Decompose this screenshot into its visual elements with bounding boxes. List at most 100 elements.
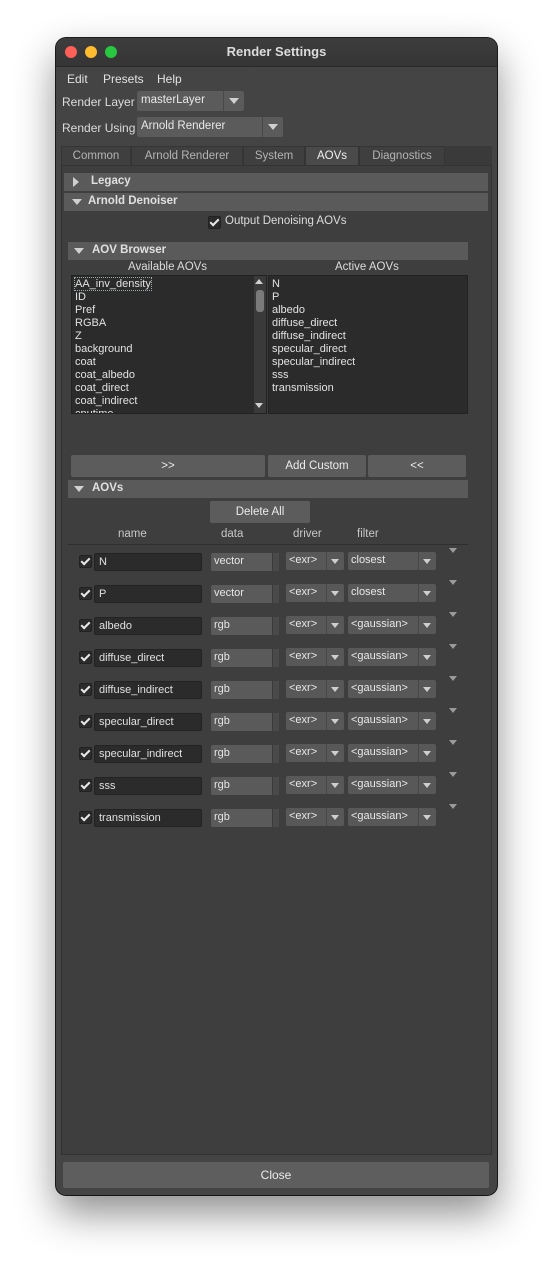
- aov-name-field[interactable]: diffuse_indirect: [94, 681, 202, 699]
- aov-options-menu-icon[interactable]: [447, 674, 459, 684]
- denoiser-section-header[interactable]: Arnold Denoiser: [64, 193, 488, 211]
- aov-options-menu-icon[interactable]: [447, 802, 459, 812]
- aov-filter-dropdown[interactable]: <gaussian>: [348, 616, 436, 634]
- aov-enabled-checkbox[interactable]: [79, 779, 92, 792]
- aov-data-field[interactable]: rgb: [211, 777, 279, 795]
- aov-options-menu-icon[interactable]: [447, 642, 459, 652]
- list-item[interactable]: transmission: [272, 382, 334, 394]
- tab-system[interactable]: System: [243, 146, 305, 165]
- aov-data-field[interactable]: rgb: [211, 713, 279, 731]
- aov-filter-dropdown[interactable]: <gaussian>: [348, 648, 436, 666]
- menu-presets[interactable]: Presets: [103, 72, 144, 86]
- aov-enabled-checkbox[interactable]: [79, 587, 92, 600]
- aov-name-field[interactable]: sss: [94, 777, 202, 795]
- list-item[interactable]: RGBA: [75, 317, 106, 329]
- aov-driver-dropdown[interactable]: <exr>: [286, 680, 344, 698]
- drag-handle-icon[interactable]: [272, 681, 279, 699]
- list-item[interactable]: Z: [75, 330, 82, 342]
- aov-enabled-checkbox[interactable]: [79, 811, 92, 824]
- list-item[interactable]: background: [75, 343, 133, 355]
- aov-enabled-checkbox[interactable]: [79, 683, 92, 696]
- legacy-section-header[interactable]: Legacy: [64, 173, 488, 191]
- list-item[interactable]: P: [272, 291, 279, 303]
- list-item[interactable]: albedo: [272, 304, 305, 316]
- aov-options-menu-icon[interactable]: [447, 706, 459, 716]
- aov-enabled-checkbox[interactable]: [79, 619, 92, 632]
- aov-options-menu-icon[interactable]: [447, 578, 459, 588]
- aov-data-field[interactable]: rgb: [211, 649, 279, 667]
- list-item[interactable]: ID: [75, 291, 86, 303]
- aov-name-field[interactable]: N: [94, 553, 202, 571]
- available-aovs-list[interactable]: AA_inv_density ID Pref RGBA Z background…: [71, 275, 267, 414]
- aov-name-field[interactable]: P: [94, 585, 202, 603]
- drag-handle-icon[interactable]: [272, 617, 279, 635]
- tab-common[interactable]: Common: [61, 146, 131, 165]
- aov-data-field[interactable]: rgb: [211, 617, 279, 635]
- aov-driver-dropdown[interactable]: <exr>: [286, 584, 344, 602]
- aovs-section-header[interactable]: AOVs: [68, 480, 468, 498]
- list-item[interactable]: diffuse_indirect: [272, 330, 346, 342]
- output-denoising-checkbox[interactable]: [208, 216, 221, 229]
- list-item[interactable]: specular_indirect: [272, 356, 355, 368]
- delete-all-button[interactable]: Delete All: [210, 501, 310, 523]
- aov-name-field[interactable]: transmission: [94, 809, 202, 827]
- aov-options-menu-icon[interactable]: [447, 770, 459, 780]
- drag-handle-icon[interactable]: [272, 777, 279, 795]
- tab-arnold-renderer[interactable]: Arnold Renderer: [131, 146, 243, 165]
- aov-driver-dropdown[interactable]: <exr>: [286, 776, 344, 794]
- available-aovs-scrollbar[interactable]: [254, 276, 266, 413]
- aov-data-field[interactable]: rgb: [211, 745, 279, 763]
- active-aovs-list[interactable]: N P albedo diffuse_direct diffuse_indire…: [268, 275, 468, 414]
- add-custom-button[interactable]: Add Custom: [268, 455, 366, 477]
- aov-data-field[interactable]: vector: [211, 585, 279, 603]
- menu-help[interactable]: Help: [157, 72, 182, 86]
- drag-handle-icon[interactable]: [272, 809, 279, 827]
- aov-filter-dropdown[interactable]: <gaussian>: [348, 808, 436, 826]
- aov-options-menu-icon[interactable]: [447, 546, 459, 556]
- aov-filter-dropdown[interactable]: <gaussian>: [348, 712, 436, 730]
- drag-handle-icon[interactable]: [272, 553, 279, 571]
- aov-filter-dropdown[interactable]: <gaussian>: [348, 680, 436, 698]
- tab-aovs[interactable]: AOVs: [305, 146, 359, 165]
- list-item[interactable]: AA_inv_density: [74, 277, 152, 291]
- scroll-up-icon[interactable]: [255, 279, 263, 284]
- drag-handle-icon[interactable]: [272, 585, 279, 603]
- aov-driver-dropdown[interactable]: <exr>: [286, 648, 344, 666]
- aov-browser-section-header[interactable]: AOV Browser: [68, 242, 468, 260]
- list-item[interactable]: coat_indirect: [75, 395, 137, 407]
- aov-filter-dropdown[interactable]: closest: [348, 552, 436, 570]
- aov-driver-dropdown[interactable]: <exr>: [286, 616, 344, 634]
- close-button[interactable]: Close: [63, 1162, 489, 1188]
- list-item[interactable]: coat_direct: [75, 382, 129, 394]
- aov-name-field[interactable]: specular_indirect: [94, 745, 202, 763]
- render-layer-dropdown[interactable]: masterLayer: [137, 91, 244, 111]
- aov-data-field[interactable]: rgb: [211, 809, 279, 827]
- aov-name-field[interactable]: diffuse_direct: [94, 649, 202, 667]
- aov-enabled-checkbox[interactable]: [79, 715, 92, 728]
- add-aov-button[interactable]: >>: [71, 455, 265, 477]
- aov-data-field[interactable]: vector: [211, 553, 279, 571]
- aov-filter-dropdown[interactable]: closest: [348, 584, 436, 602]
- aov-driver-dropdown[interactable]: <exr>: [286, 552, 344, 570]
- list-item[interactable]: diffuse_direct: [272, 317, 337, 329]
- aov-enabled-checkbox[interactable]: [79, 555, 92, 568]
- aov-filter-dropdown[interactable]: <gaussian>: [348, 744, 436, 762]
- render-using-dropdown[interactable]: Arnold Renderer: [137, 117, 283, 137]
- list-item[interactable]: Pref: [75, 304, 95, 316]
- scroll-down-icon[interactable]: [255, 403, 263, 408]
- aov-enabled-checkbox[interactable]: [79, 747, 92, 760]
- aov-filter-dropdown[interactable]: <gaussian>: [348, 776, 436, 794]
- drag-handle-icon[interactable]: [272, 745, 279, 763]
- aov-name-field[interactable]: specular_direct: [94, 713, 202, 731]
- aov-enabled-checkbox[interactable]: [79, 651, 92, 664]
- aov-options-menu-icon[interactable]: [447, 610, 459, 620]
- scroll-thumb[interactable]: [256, 290, 264, 312]
- aov-driver-dropdown[interactable]: <exr>: [286, 808, 344, 826]
- list-item[interactable]: sss: [272, 369, 289, 381]
- list-item[interactable]: coat: [75, 356, 96, 368]
- drag-handle-icon[interactable]: [272, 713, 279, 731]
- aov-driver-dropdown[interactable]: <exr>: [286, 744, 344, 762]
- aov-driver-dropdown[interactable]: <exr>: [286, 712, 344, 730]
- aov-name-field[interactable]: albedo: [94, 617, 202, 635]
- list-item[interactable]: coat_albedo: [75, 369, 135, 381]
